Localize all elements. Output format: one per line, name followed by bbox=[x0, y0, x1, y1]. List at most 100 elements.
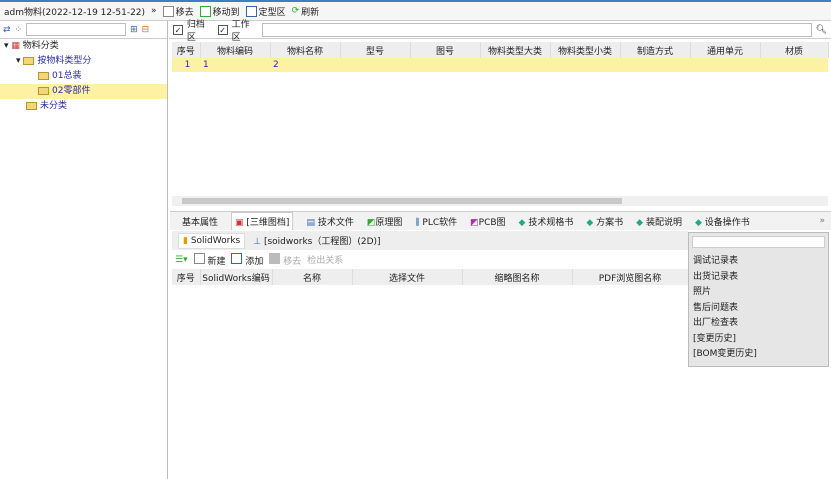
file-toolbar: ☰▾ 新建 添加 移去 检出关系 bbox=[172, 251, 688, 268]
horizontal-scrollbar[interactable] bbox=[172, 196, 828, 206]
dropdown-search-input[interactable] bbox=[692, 236, 825, 248]
work-label: 工作区 bbox=[231, 19, 250, 43]
dropdown-item[interactable]: 照片 bbox=[692, 285, 825, 301]
archive-checkbox[interactable]: ✓ bbox=[173, 24, 183, 35]
dropdown-item[interactable]: [BOM变更历史] bbox=[692, 347, 825, 363]
refresh-button[interactable]: ⟳ 刷新 bbox=[292, 5, 320, 18]
col-header[interactable]: 制造方式 bbox=[620, 42, 691, 58]
col-header[interactable]: 缩略图名称 bbox=[462, 269, 573, 285]
image-icon: ▣ bbox=[235, 218, 244, 228]
cell bbox=[340, 58, 410, 72]
remove-file-button[interactable]: 移去 bbox=[269, 252, 302, 267]
book-icon: ◆ bbox=[636, 217, 644, 228]
folder-icon bbox=[23, 56, 35, 65]
dropdown-item[interactable]: 调试记录表 bbox=[692, 254, 825, 270]
folder-icon bbox=[26, 101, 37, 110]
tree-node-unclassified[interactable]: 未分类 bbox=[0, 99, 167, 114]
work-checkbox[interactable]: ✓ bbox=[217, 24, 228, 35]
tab-proposal[interactable]: ◆ 方案书 bbox=[586, 215, 623, 228]
col-header[interactable]: 序号 bbox=[172, 269, 201, 285]
col-header[interactable]: 材质 bbox=[760, 42, 829, 58]
col-header[interactable]: SolidWorks编码 bbox=[200, 269, 273, 285]
new-file-icon bbox=[193, 252, 205, 264]
col-header[interactable]: 选择文件 bbox=[352, 269, 463, 285]
search-icon[interactable]: 🔍︎ bbox=[816, 25, 827, 35]
remove-label: 移去 bbox=[283, 256, 302, 267]
dropdown-item[interactable]: 售后问题表 bbox=[692, 301, 825, 317]
subtab-solidworks[interactable]: ▮ SolidWorks bbox=[178, 232, 246, 249]
search-input[interactable] bbox=[262, 22, 812, 37]
tree-label: 按物料类型分 bbox=[37, 56, 92, 66]
pcb-icon: ◩ bbox=[470, 217, 479, 228]
col-header[interactable]: PDF浏览图名称 bbox=[572, 269, 689, 285]
checkout-button[interactable]: 检出关系 bbox=[307, 253, 343, 266]
refresh-label: 刷新 bbox=[301, 7, 320, 18]
tab-pcb[interactable]: ◩PCB图 bbox=[470, 215, 505, 228]
folder-icon bbox=[38, 86, 49, 95]
dropdown-item[interactable]: 出货记录表 bbox=[692, 270, 825, 286]
more-tabs-icon[interactable]: » bbox=[819, 216, 825, 226]
chevron-down-icon[interactable]: » bbox=[151, 6, 157, 16]
sync-icon[interactable]: ⇄ bbox=[3, 25, 11, 35]
tab-label: 装配说明 bbox=[645, 217, 682, 228]
col-header[interactable]: 物料名称 bbox=[270, 42, 341, 58]
detail-tabs: 基本属性 ▣ [三维图档] ▤ 技术文件 ◩原理图 ⫼ PLC软件 ◩PCB图 … bbox=[170, 211, 831, 230]
tree-node-root[interactable]: ▾ ▦ 物料分类 bbox=[0, 39, 167, 54]
cell bbox=[760, 58, 828, 72]
cell bbox=[620, 58, 690, 72]
category-tree: ▾ ▦ 物料分类 ▾ 按物料类型分 01总装 02零部件 未分类 bbox=[0, 39, 167, 114]
filter-bar: ✓ 归档区 ✓ 工作区 🔍︎ bbox=[169, 20, 831, 43]
cell bbox=[480, 58, 550, 72]
material-table: 序号 物料编码 物料名称 型号 图号 物料类型大类 物料类型小类 制造方式 通用单元 材质 112 bbox=[172, 42, 829, 72]
col-header[interactable]: 物料类型大类 bbox=[480, 42, 551, 58]
dropdown-item[interactable]: 出厂检查表 bbox=[692, 316, 825, 332]
view-menu-icon[interactable]: ☰▾ bbox=[175, 255, 188, 265]
table-row[interactable]: 112 bbox=[172, 58, 828, 72]
move-icon bbox=[199, 5, 211, 17]
cell bbox=[550, 58, 620, 72]
add-label: 添加 bbox=[245, 256, 264, 267]
refresh-icon: ⟳ bbox=[291, 6, 300, 16]
tree-search-input[interactable] bbox=[26, 23, 127, 36]
title-selector[interactable]: adm物料(2022-12-19 12-51-22) bbox=[4, 5, 145, 18]
hierarchy-icon: ⊥ bbox=[253, 237, 262, 247]
plc-icon: ⫼ bbox=[415, 217, 420, 228]
tab-manual[interactable]: ◆ 设备操作书 bbox=[695, 215, 750, 228]
col-header[interactable]: 型号 bbox=[340, 42, 411, 58]
tab-schematic[interactable]: ◩原理图 bbox=[367, 215, 403, 228]
tab-label: 技术文件 bbox=[317, 217, 354, 228]
col-header[interactable]: 名称 bbox=[272, 269, 353, 285]
col-header[interactable]: 通用单元 bbox=[690, 42, 761, 58]
cell: 1 bbox=[200, 58, 270, 72]
tree-node-01[interactable]: 01总装 bbox=[0, 69, 167, 84]
tab-label: [soidworks（工程图）(2D)] bbox=[263, 237, 381, 247]
subtab-2d[interactable]: ⊥ [soidworks（工程图）(2D)] bbox=[253, 234, 380, 247]
col-header[interactable]: 物料类型小类 bbox=[550, 42, 621, 58]
cell: 2 bbox=[270, 58, 340, 72]
tree-node-02[interactable]: 02零部件 bbox=[0, 84, 167, 99]
scrollbar-thumb[interactable] bbox=[182, 198, 622, 204]
add-button[interactable]: 添加 bbox=[231, 252, 264, 267]
tab-3d[interactable]: ▣ [三维图档] bbox=[231, 212, 294, 230]
tab-assembly[interactable]: ◆ 装配说明 bbox=[636, 215, 682, 228]
dropdown-item[interactable]: [变更历史] bbox=[692, 332, 825, 348]
tab-spec[interactable]: ◆ 技术规格书 bbox=[519, 215, 574, 228]
tab-tech-docs[interactable]: ▤ 技术文件 bbox=[306, 215, 353, 228]
new-label: 新建 bbox=[207, 256, 226, 267]
expand-icon[interactable]: ⊞ bbox=[130, 25, 138, 35]
file-subtabs: ▮ SolidWorks ⊥ [soidworks（工程图）(2D)] bbox=[172, 231, 688, 250]
tree-node-group[interactable]: ▾ 按物料类型分 bbox=[0, 54, 167, 69]
tab-label: PLC软件 bbox=[422, 217, 458, 228]
tab-basic[interactable]: 基本属性 bbox=[182, 215, 218, 228]
new-button[interactable]: 新建 bbox=[193, 252, 226, 267]
tab-label: SolidWorks bbox=[190, 235, 241, 246]
col-header[interactable]: 图号 bbox=[410, 42, 481, 58]
fixed-area-label: 定型区 bbox=[258, 7, 286, 18]
collapse-icon[interactable]: ⊟ bbox=[142, 25, 150, 35]
col-header[interactable]: 序号 bbox=[172, 42, 201, 58]
tree-icon[interactable]: ⁘ bbox=[15, 25, 23, 35]
col-header[interactable]: 物料编码 bbox=[200, 42, 271, 58]
tab-plc[interactable]: ⫼ PLC软件 bbox=[415, 215, 457, 228]
book-icon: ◆ bbox=[518, 217, 526, 228]
category-panel: ⇄ ⁘ ⊞ ⊟ ▾ ▦ 物料分类 ▾ 按物料类型分 01总装 02零部件 未分类 bbox=[0, 21, 168, 479]
